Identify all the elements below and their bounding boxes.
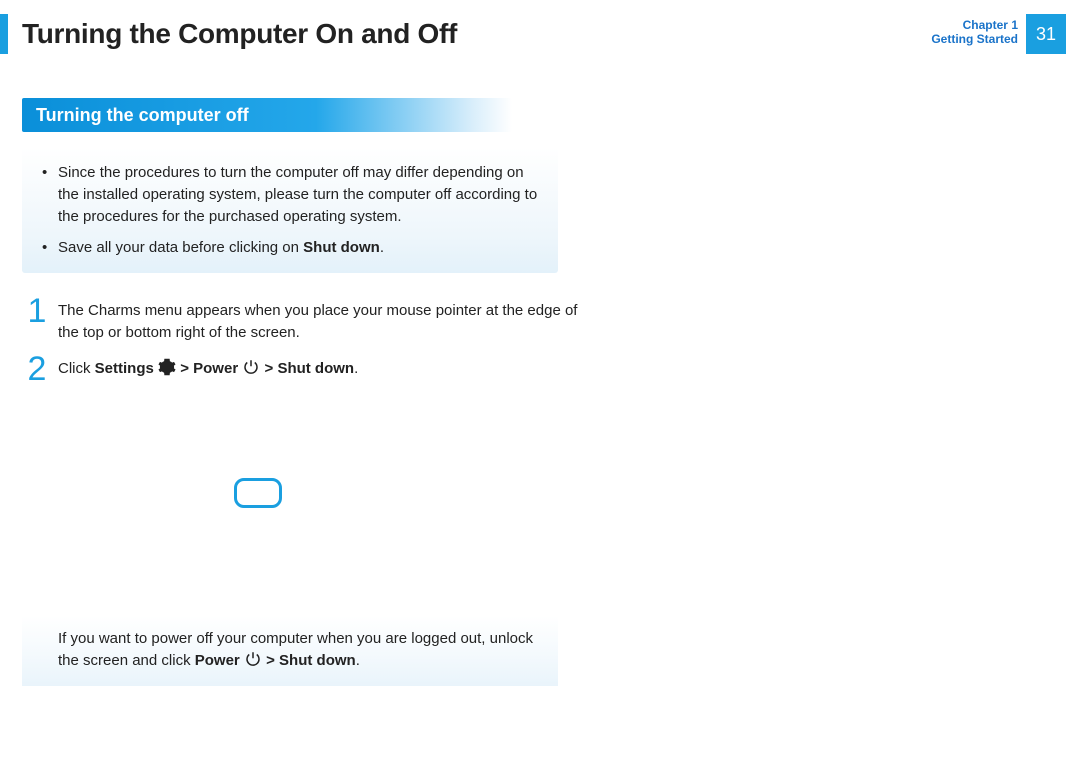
tip-block: If you want to power off your computer w… (22, 616, 558, 686)
note-bullet-2-bold: Shut down (303, 239, 380, 256)
power-icon (244, 650, 262, 668)
chapter-label: Chapter 1 Getting Started (931, 18, 1018, 46)
tip-sep: > (266, 652, 279, 669)
tip-period: . (356, 652, 360, 669)
step-1-number: 1 (22, 292, 52, 331)
tip-power: Power (195, 652, 240, 669)
note-bullet-2-after: . (380, 239, 384, 256)
note-bullet-2: Save all your data before clicking on Sh… (58, 237, 540, 259)
start-tile-outline-icon (234, 478, 282, 508)
chapter-line-2: Getting Started (931, 32, 1018, 46)
note-bullet-2-before: Save all your data before clicking on (58, 239, 303, 256)
note-bullet-1: Since the procedures to turn the compute… (58, 162, 540, 227)
step-2-power: Power (193, 360, 238, 377)
power-icon (242, 358, 260, 376)
step-2: 2 Click Settings > Power > Shut down. (22, 358, 578, 380)
section-title: Turning the computer off (36, 105, 249, 126)
note-block: Since the procedures to turn the compute… (22, 148, 558, 273)
step-2-sep1: > (180, 360, 193, 377)
step-1: 1 The Charms menu appears when you place… (22, 300, 578, 344)
note-bullet-1-text: Since the procedures to turn the compute… (58, 164, 537, 225)
step-2-settings: Settings (95, 360, 154, 377)
tip-shutdown: Shut down (279, 652, 356, 669)
step-2-click: Click (58, 360, 95, 377)
chapter-line-1: Chapter 1 (931, 18, 1018, 32)
page-number-badge: 31 (1026, 14, 1066, 54)
step-1-body: The Charms menu appears when you place y… (58, 300, 578, 344)
step-2-period: . (354, 360, 358, 377)
accent-bar (0, 14, 8, 54)
section-header: Turning the computer off (22, 98, 512, 132)
gear-icon (158, 358, 176, 376)
step-2-sep2: > (265, 360, 278, 377)
step-2-body: Click Settings > Power > Shut down. (58, 358, 578, 380)
step-2-shutdown: Shut down (277, 360, 354, 377)
step-2-number: 2 (22, 350, 52, 389)
page-title: Turning the Computer On and Off (22, 18, 457, 50)
